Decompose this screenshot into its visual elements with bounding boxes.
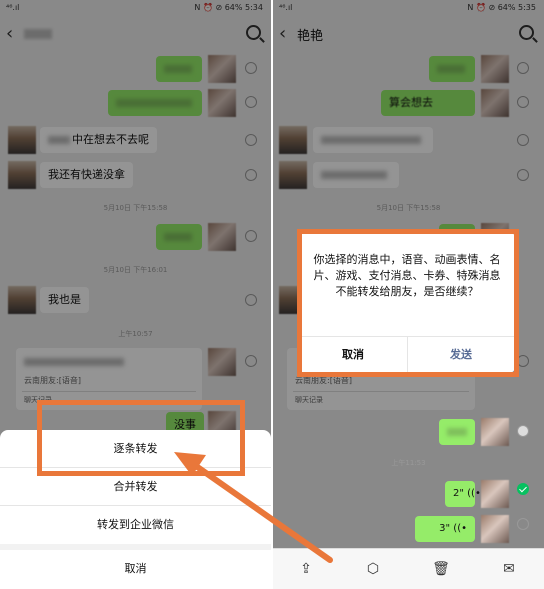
voice-message-bubble[interactable]: 2" ((• bbox=[445, 481, 481, 507]
select-radio-checked[interactable] bbox=[517, 483, 529, 495]
avatar[interactable] bbox=[481, 515, 509, 543]
voice-duration: 2" ((• bbox=[453, 488, 481, 499]
cube-icon[interactable]: ⬡ bbox=[363, 559, 383, 579]
mail-icon[interactable]: ✉ bbox=[499, 559, 519, 579]
trash-icon[interactable]: 🗑 bbox=[431, 559, 451, 579]
select-radio[interactable] bbox=[517, 518, 529, 530]
voice-message-bubble[interactable]: 3" ((• bbox=[415, 516, 475, 542]
message-bubble[interactable] bbox=[439, 419, 475, 445]
highlight-box-forward-option bbox=[37, 400, 245, 476]
voice-duration: 3" ((• bbox=[439, 523, 467, 534]
multi-select-toolbar: ⇪ ⬡ 🗑 ✉ bbox=[273, 548, 544, 589]
avatar[interactable] bbox=[481, 480, 509, 508]
share-icon[interactable]: ⇪ bbox=[296, 559, 316, 579]
timestamp: 上午11:53 bbox=[391, 459, 426, 467]
left-screen: ⁴⁶.ıl N ⏰ ⊘ 64% 5:34 ‹ 中在想去不去呢 我还有快递没拿 5… bbox=[0, 0, 271, 589]
highlight-box-dialog bbox=[297, 229, 519, 377]
option-forward-enterprise-wechat[interactable]: 转发到企业微信 bbox=[0, 506, 271, 544]
cancel-button[interactable]: 取消 bbox=[0, 550, 271, 588]
select-radio-disabled bbox=[517, 425, 529, 437]
avatar[interactable] bbox=[481, 418, 509, 446]
